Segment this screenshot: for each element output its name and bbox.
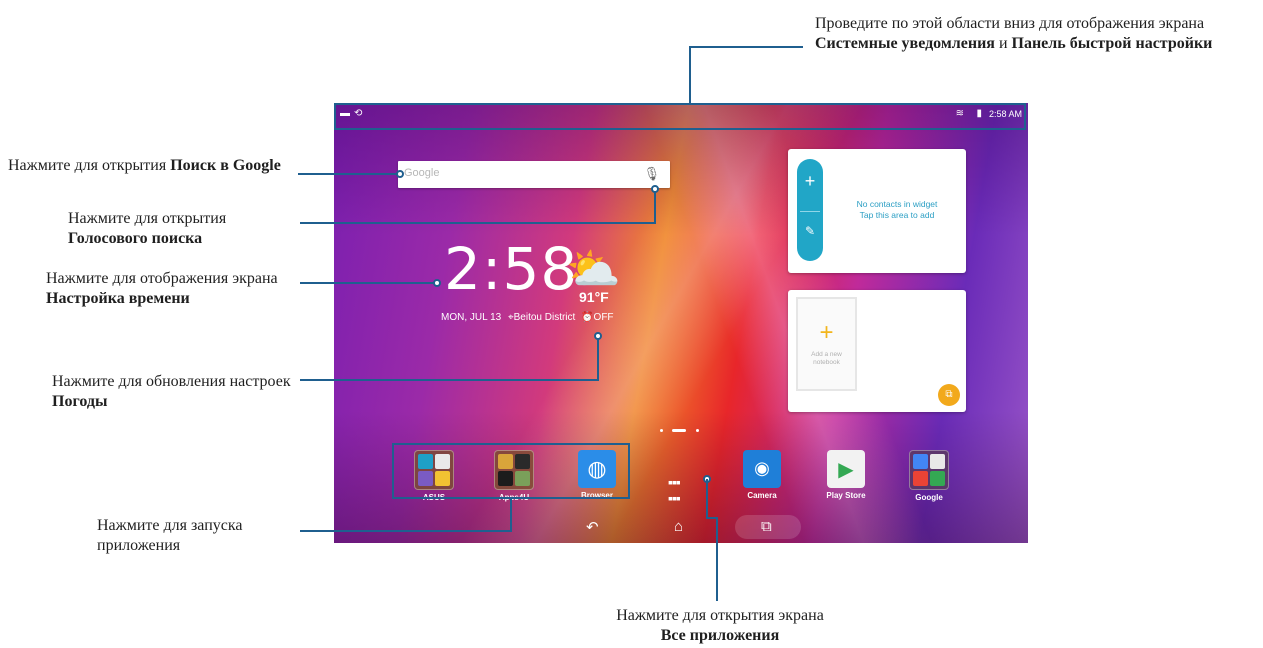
- notebook-switch-icon[interactable]: ⧉: [938, 384, 960, 406]
- alarm-status: OFF: [593, 312, 614, 323]
- app-google-folder[interactable]: Google: [899, 450, 959, 502]
- maps-icon: [930, 471, 945, 486]
- callout-text: Нажмите для обновления настроек: [52, 373, 291, 390]
- app-camera[interactable]: ◉ Camera: [732, 450, 792, 500]
- callout-bold: Голосового поиска: [68, 230, 203, 247]
- page-dot-active: [672, 429, 686, 432]
- alarm-clock-icon: ⏰: [581, 312, 594, 323]
- app-play-store[interactable]: ▶ Play Store: [816, 450, 876, 500]
- contacts-message-line2: Tap this area to add: [859, 210, 935, 220]
- callout-text: Нажмите для открытия экрана: [616, 607, 824, 624]
- leader-line: [689, 46, 803, 48]
- callout-status-area: Проведите по этой области вниз для отобр…: [815, 14, 1235, 54]
- app-label: Google: [915, 493, 943, 502]
- callout-text: Нажмите для открытия: [68, 210, 227, 227]
- leader-line: [300, 222, 656, 224]
- leader-dot: [433, 279, 441, 287]
- google-search-bar[interactable]: Google 🎙: [398, 161, 670, 188]
- leader-line: [300, 379, 598, 381]
- navigation-bar: ↶ ⌂ ⧉: [334, 513, 1028, 543]
- callout-bold: Системные уведомления: [815, 35, 995, 52]
- chrome-icon: [930, 454, 945, 469]
- callout-bold: Поиск в Google: [170, 157, 281, 174]
- leader-line: [706, 479, 708, 517]
- notebook-widget[interactable]: + Add a new notebook ⧉: [788, 290, 966, 412]
- app-label: Play Store: [826, 491, 866, 500]
- all-apps-grid-icon[interactable]: ▪▪▪ ▪▪▪: [668, 474, 681, 506]
- contacts-empty-message[interactable]: No contacts in widget Tap this area to a…: [828, 199, 966, 221]
- pill-divider: [800, 211, 820, 212]
- leader-dot: [396, 170, 404, 178]
- callout-bold: Панель быстрой настройки: [1011, 35, 1213, 52]
- back-icon[interactable]: ↶: [586, 518, 599, 536]
- edit-icon[interactable]: ✎: [797, 224, 823, 238]
- leader-line: [597, 336, 599, 381]
- callout-voice-search: Нажмите для открытия Голосового поиска: [68, 209, 298, 249]
- home-icon[interactable]: ⌂: [674, 518, 683, 535]
- callout-text: Нажмите для открытия: [8, 157, 171, 174]
- leader-line: [298, 173, 400, 175]
- date: MON, JUL 13: [441, 312, 502, 323]
- folder-icon: [909, 450, 949, 490]
- callout-bold: Все приложения: [660, 627, 780, 644]
- recents-icon[interactable]: ⧉: [761, 518, 772, 535]
- leader-line: [300, 282, 437, 284]
- new-notebook-page[interactable]: + Add a new notebook: [796, 297, 857, 391]
- google-plus-icon: [913, 454, 928, 469]
- leader-line: [716, 517, 718, 601]
- search-placeholder: Google: [404, 167, 440, 179]
- clock-time[interactable]: 2:58: [444, 235, 578, 303]
- leader-line: [510, 499, 512, 532]
- location: Beitou District: [513, 312, 576, 323]
- leader-line: [654, 189, 656, 223]
- leader-line: [689, 46, 691, 103]
- callout-launch-app: Нажмите для запуска приложения: [97, 516, 297, 556]
- page-dot: [660, 429, 663, 432]
- camera-icon: ◉: [743, 450, 781, 488]
- callout-weather: Нажмите для обновления настроек Погоды: [52, 372, 292, 412]
- contacts-action-pill: + ✎: [797, 159, 823, 261]
- app-group-highlight: [392, 443, 630, 499]
- contacts-message-line1: No contacts in widget: [856, 199, 938, 209]
- page-dot: [696, 429, 699, 432]
- callout-google-search: Нажмите для открытия Поиск в Google: [8, 156, 298, 176]
- add-contact-icon[interactable]: +: [797, 171, 823, 192]
- leader-dot: [651, 185, 659, 193]
- leader-line: [300, 530, 512, 532]
- leader-dot: [594, 332, 602, 340]
- callout-text: Нажмите для отображения экрана: [46, 270, 278, 287]
- status-area-highlight: [334, 103, 1026, 130]
- contacts-widget[interactable]: + ✎ No contacts in widget Tap this area …: [788, 149, 966, 273]
- temperature[interactable]: 91°F: [579, 289, 609, 305]
- date-location-line[interactable]: MON, JUL 13 ⌖Beitou District ⏰OFF: [441, 312, 614, 323]
- callout-text: Проведите по этой области вниз для отобр…: [815, 15, 1205, 32]
- callout-text: Нажмите для запуска приложения: [97, 517, 243, 554]
- play-store-icon: ▶: [827, 450, 865, 488]
- partly-sunny-icon[interactable]: ⛅: [566, 243, 621, 295]
- callout-text: и: [994, 35, 1012, 52]
- callout-time-settings: Нажмите для отображения экрана Настройка…: [46, 269, 304, 309]
- add-notebook-icon: +: [819, 319, 834, 346]
- callout-bold: Погоды: [52, 393, 108, 410]
- leader-line: [706, 517, 718, 519]
- app-label: Camera: [747, 491, 777, 500]
- gmail-icon: [913, 471, 928, 486]
- add-notebook-label: Add a new notebook: [811, 351, 842, 366]
- microphone-icon[interactable]: 🎙: [643, 166, 660, 182]
- callout-bold: Настройка времени: [46, 290, 190, 307]
- callout-all-apps: Нажмите для открытия экрана Все приложен…: [585, 606, 855, 646]
